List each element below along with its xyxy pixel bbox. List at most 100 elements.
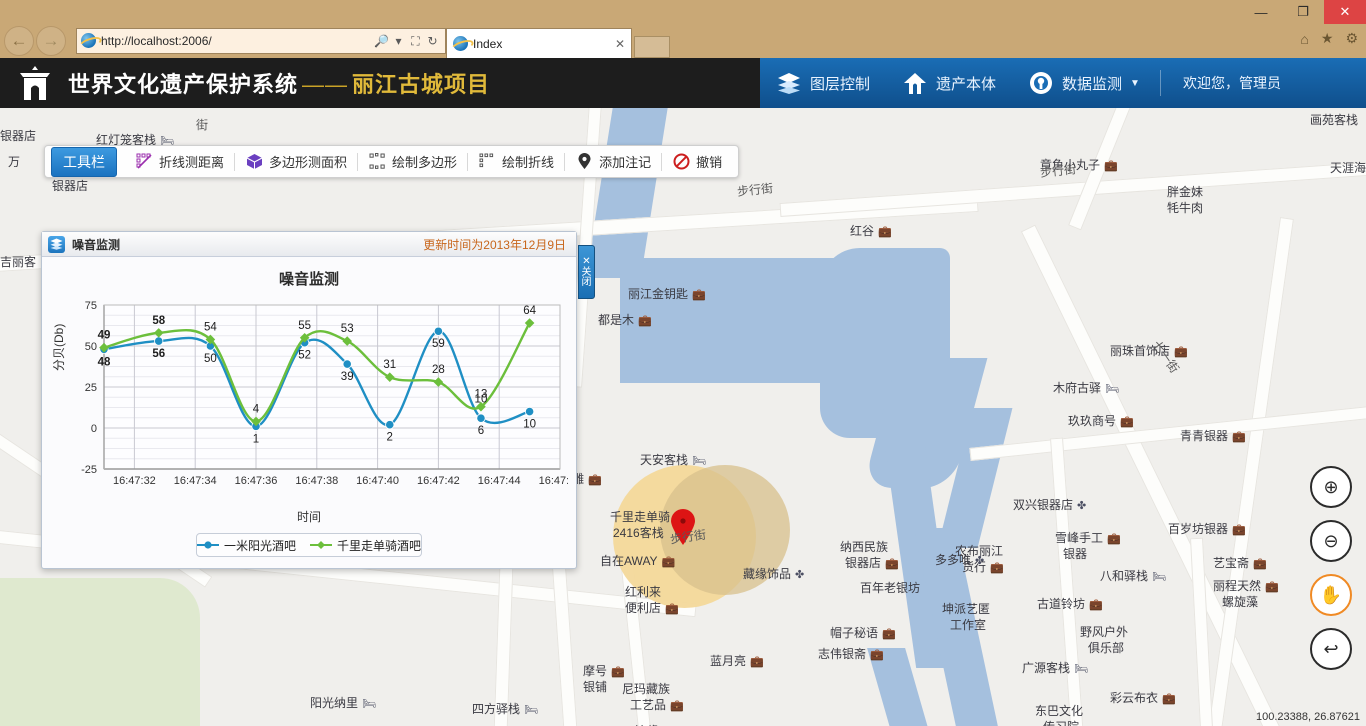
map-poi[interactable]: 都是木 💼	[598, 313, 652, 328]
map-poi[interactable]: 胖金妹	[1167, 185, 1203, 200]
map-toolbar: 工具栏 折线测距离 多边形测面积 绘制多边形 绘制折线 添加注记 撤销	[44, 145, 740, 178]
map-poi[interactable]: 广源客栈 🛏	[1022, 661, 1088, 676]
map-poi[interactable]: 玖玖商号 💼	[1068, 414, 1134, 429]
map-poi[interactable]: 牦牛肉	[1167, 201, 1203, 216]
map-poi[interactable]: 银铺	[583, 680, 607, 695]
map-poi[interactable]: 万	[8, 155, 20, 170]
zoom-out-button[interactable]: ⊖	[1310, 520, 1352, 562]
map-poi[interactable]: 2416客栈	[613, 526, 664, 541]
map-poi[interactable]: 志伟银斋 💼	[818, 647, 884, 662]
map-poi[interactable]: 银器店 💼	[845, 556, 899, 571]
map-poi[interactable]: 便利店 💼	[625, 601, 679, 616]
map-poi[interactable]: 四方驿栈 🛏	[472, 702, 538, 717]
map-poi[interactable]: 野风户外	[1080, 625, 1128, 640]
map-poi[interactable]: 红利来	[625, 585, 661, 600]
undo-button[interactable]: ↩	[1310, 628, 1352, 670]
map-poi[interactable]: 自在AWAY 💼	[600, 554, 675, 569]
nav-item-layer-control[interactable]: 图层控制	[760, 58, 886, 108]
map-poi[interactable]: 俱乐部	[1088, 641, 1124, 656]
address-text: http://localhost:2006/	[101, 34, 212, 48]
tool-draw-polyline[interactable]: 绘制折线	[468, 150, 564, 174]
map-poi[interactable]: 天涯海	[1330, 161, 1366, 176]
nav-item-data-monitoring[interactable]: 数据监测 ▼	[1012, 58, 1156, 108]
legend-marker-circle-icon	[197, 541, 219, 549]
svg-text:25: 25	[85, 382, 97, 394]
close-window-button[interactable]: ✕	[1324, 0, 1366, 24]
tool-undo[interactable]: 撤销	[662, 150, 732, 174]
map-poi-label: 螺旋藻	[1222, 595, 1259, 609]
map-poi[interactable]: 丽程天然 💼	[1213, 579, 1279, 594]
map-poi[interactable]: 传习院	[1043, 720, 1079, 726]
panel-close-button[interactable]: ✕ 关 闭	[578, 245, 595, 299]
map-poi[interactable]: 阳光纳里 🛏	[310, 696, 376, 711]
address-bar[interactable]: http://localhost:2006/ 🔎 ▾ ⛶ ↻	[76, 28, 446, 54]
forward-button[interactable]: →	[36, 26, 66, 56]
map-poi[interactable]: 雪峰手工 💼	[1055, 531, 1121, 546]
compatibility-view-icon[interactable]: ⛶	[407, 32, 424, 50]
map-poi-icon: 💼	[750, 655, 764, 668]
map-poi[interactable]: 彩云布衣 💼	[1110, 691, 1176, 706]
map-poi[interactable]: 古道铃坊 💼	[1037, 597, 1103, 612]
map-poi[interactable]: 艺宝斋 💼	[1213, 556, 1267, 571]
map-poi[interactable]: 银器	[1063, 547, 1087, 562]
legend-item-1[interactable]: 千里走单骑酒吧	[310, 537, 421, 554]
new-tab-button[interactable]	[634, 36, 670, 58]
browser-tab[interactable]: Index ✕	[446, 28, 632, 58]
map-poi[interactable]: 红谷 💼	[850, 224, 892, 239]
tool-add-annotation[interactable]: 添加注记	[565, 150, 661, 174]
map-poi[interactable]: 木府古驿 🛏	[1053, 381, 1119, 396]
map-poi[interactable]: 吉丽客	[0, 255, 36, 270]
back-button[interactable]: ←	[4, 26, 34, 56]
map-poi[interactable]: 纳西民族	[840, 540, 888, 555]
map-poi[interactable]: 天安客栈 🛏	[640, 453, 706, 468]
pan-button[interactable]: ✋	[1310, 574, 1352, 616]
map-poi[interactable]: 画苑客栈	[1310, 113, 1358, 128]
chevron-down-icon[interactable]: ▼	[1130, 78, 1140, 89]
map-poi[interactable]: 蓝月亮 💼	[710, 654, 764, 669]
map-poi[interactable]: 坤派艺匿	[942, 602, 990, 617]
close-icon[interactable]: ✕	[615, 37, 625, 51]
favorites-star-icon[interactable]: ★	[1321, 30, 1334, 47]
map-poi[interactable]: 螺旋藻	[1222, 595, 1259, 610]
refresh-icon[interactable]: ↻	[424, 32, 441, 50]
app-title-main: 世界文化遗产保护系统	[68, 72, 299, 97]
map-poi[interactable]: 摩号 💼	[583, 664, 625, 679]
map-poi[interactable]: 工艺品 💼	[630, 698, 684, 713]
chevron-down-icon[interactable]: ▾	[390, 32, 407, 50]
nav-item-heritage-body[interactable]: 遗产本体	[886, 58, 1012, 108]
gear-icon[interactable]: ⚙	[1345, 30, 1358, 47]
map-poi[interactable]: 丽江金钥匙 💼	[628, 287, 706, 302]
map-poi[interactable]: 工作室	[950, 618, 986, 633]
layers-icon	[776, 70, 802, 96]
minimize-button[interactable]: —	[1240, 0, 1282, 24]
map-poi[interactable]: 藏缘饰品 ✤	[743, 567, 804, 582]
toolbar-title[interactable]: 工具栏	[51, 146, 117, 177]
legend-item-0[interactable]: 一米阳光酒吧	[197, 537, 296, 554]
map-poi[interactable]: 尼玛藏族	[622, 682, 670, 697]
tool-measure-distance[interactable]: 折线测距离	[125, 150, 234, 174]
search-icon[interactable]: 🔎	[373, 32, 390, 50]
map-poi[interactable]: 八和驿栈 🛏	[1100, 569, 1166, 584]
panel-header: 噪音监测 更新时间为2013年12月9日	[42, 232, 576, 257]
map-poi[interactable]: 百岁坊银器 💼	[1168, 522, 1246, 537]
map-poi-label: 百年老银坊	[860, 581, 921, 595]
map-street-label: 步行街	[1039, 162, 1077, 180]
map-poi[interactable]: 多多唯 ✤	[935, 553, 984, 568]
layers-icon	[48, 235, 65, 253]
home-icon[interactable]: ⌂	[1300, 31, 1308, 47]
zoom-in-button[interactable]: ⊕	[1310, 466, 1352, 508]
map-poi[interactable]: 千里走单骑	[610, 510, 670, 525]
map-poi[interactable]: 东巴文化	[1035, 704, 1083, 719]
map-poi[interactable]: 双兴银器店 ✤	[1013, 498, 1086, 513]
map-poi[interactable]: 百年老银坊	[860, 581, 921, 596]
maximize-button[interactable]: ❐	[1282, 0, 1324, 24]
tool-draw-polygon[interactable]: 绘制多边形	[358, 150, 467, 174]
svg-text:16:47:42: 16:47:42	[417, 475, 460, 487]
map-poi[interactable]: 青青银器 💼	[1180, 429, 1246, 444]
chart-plot[interactable]: 分贝(Db) 75 50 25 0 -25 16:47:32 16:47:34 16:47:3…	[52, 297, 581, 507]
map-poi[interactable]: 银器店	[0, 129, 36, 144]
street-line	[969, 404, 1366, 461]
map-poi[interactable]: 帽子秘语 💼	[830, 626, 896, 641]
map-poi[interactable]: 银器店	[52, 179, 88, 194]
tool-measure-area[interactable]: 多边形测面积	[235, 150, 357, 174]
